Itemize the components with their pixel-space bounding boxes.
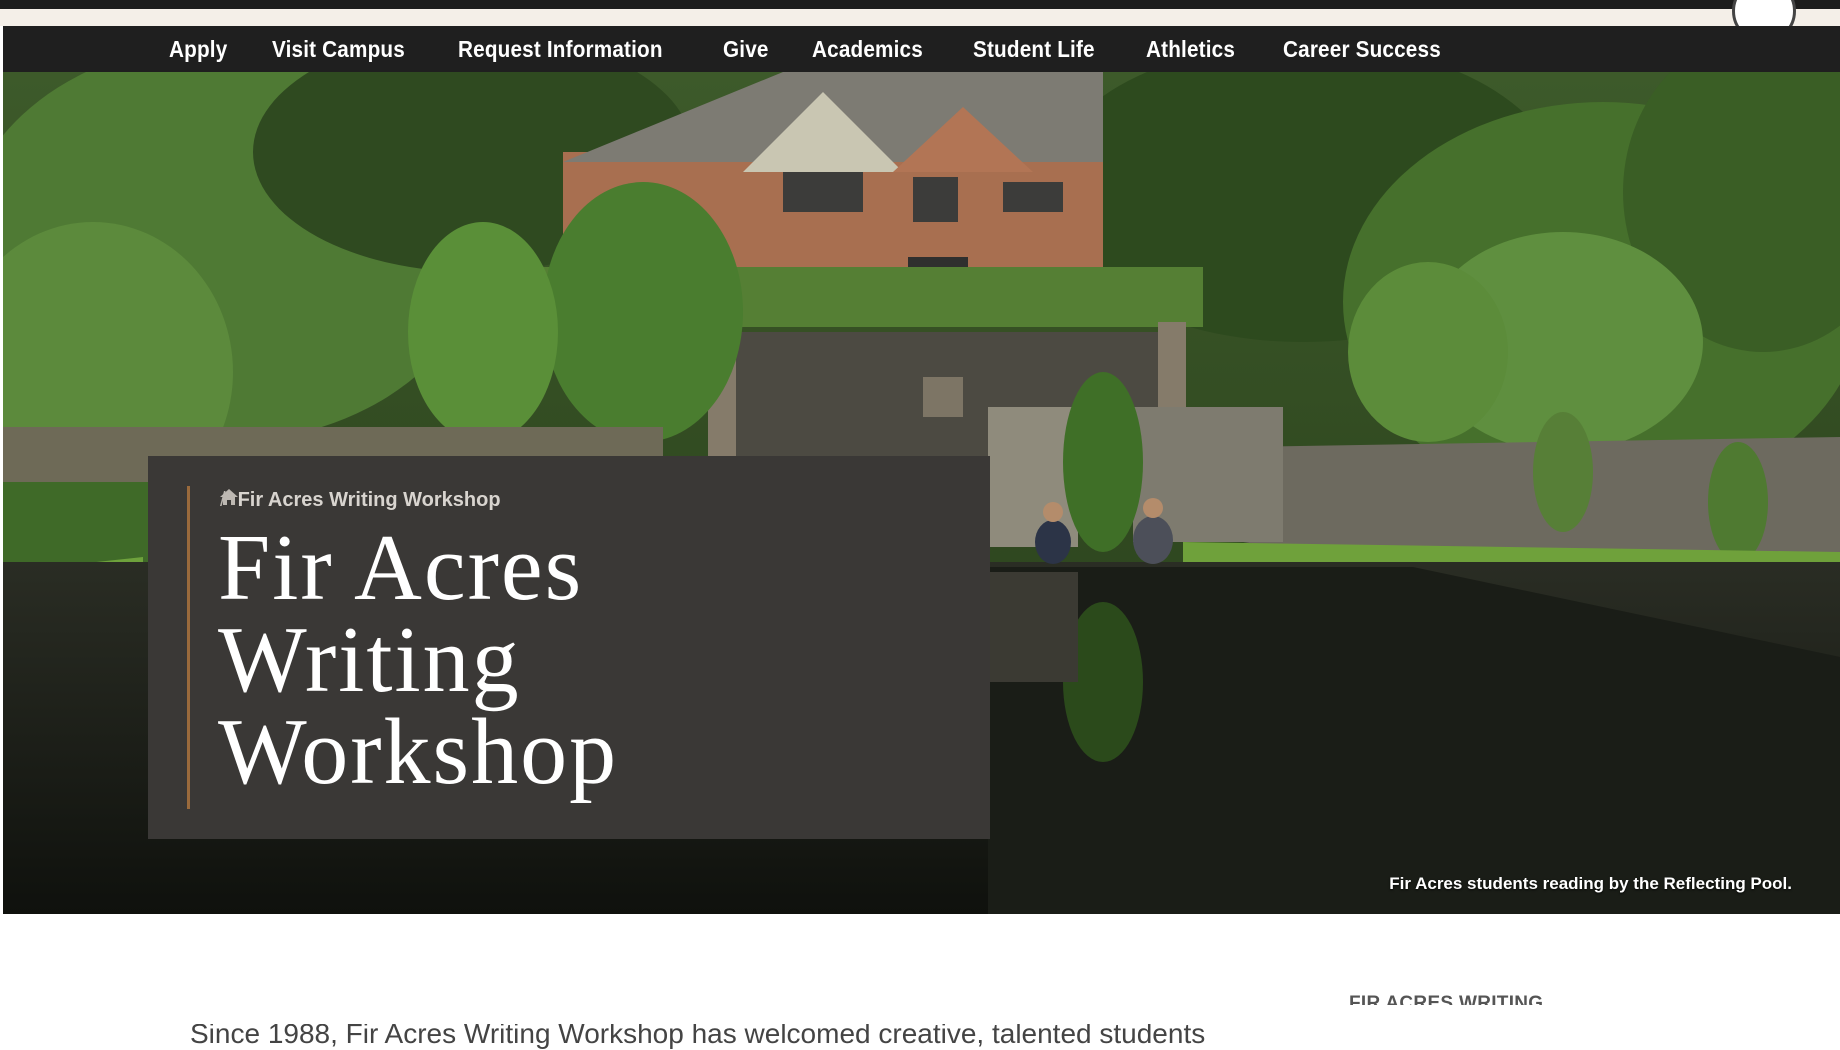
nav-item-athletics[interactable]: Athletics — [1146, 36, 1235, 63]
nav-item-academics[interactable]: Academics — [812, 36, 923, 63]
nav-item-apply[interactable]: Apply — [169, 36, 227, 63]
nav-item-request-information[interactable]: Request Information — [458, 36, 663, 63]
breadcrumb-current: Fir Acres Writing Workshop — [237, 489, 501, 511]
page-title-line: Workshop — [218, 700, 619, 804]
page-title: Fir Acres Writing Workshop — [218, 516, 918, 804]
viewport-bottom-edge — [0, 1005, 1840, 1024]
nav-item-career-success[interactable]: Career Success — [1283, 36, 1441, 63]
hero-photo-caption: Fir Acres students reading by the Reflec… — [1389, 874, 1792, 893]
page-title-line: Writing — [218, 608, 521, 712]
nav-item-student-life[interactable]: Student Life — [973, 36, 1095, 63]
top-decorative-strip — [0, 0, 1840, 43]
home-icon[interactable] — [220, 489, 238, 505]
nav-item-give[interactable]: Give — [723, 36, 769, 63]
breadcrumb: / Fir Acres Writing Workshop — [220, 489, 501, 512]
title-accent-rule — [187, 486, 190, 809]
hero-banner: Fir Acres students reading by the Reflec… — [3, 72, 1840, 914]
nav-list: Apply Visit Campus Request Information G… — [169, 36, 1497, 63]
page-title-line: Fir Acres — [218, 516, 584, 620]
main-nav: Apply Visit Campus Request Information G… — [3, 26, 1840, 72]
title-card: / Fir Acres Writing Workshop Fir Acres W… — [148, 456, 990, 839]
nav-item-visit-campus[interactable]: Visit Campus — [272, 36, 405, 63]
